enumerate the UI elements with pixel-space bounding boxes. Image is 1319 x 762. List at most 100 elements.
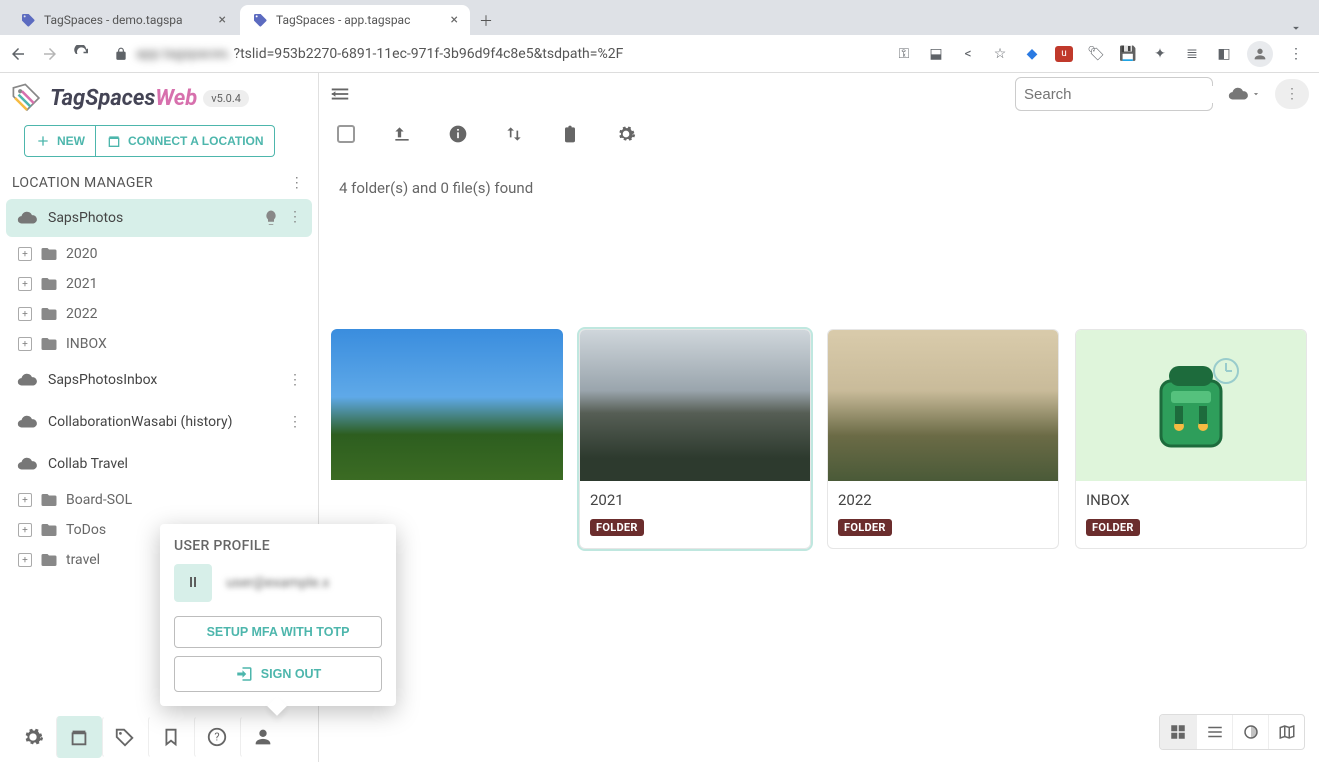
tree-item[interactable]: +Board-SOL (0, 485, 318, 515)
expand-icon[interactable]: + (18, 337, 32, 351)
share-icon[interactable]: < (959, 45, 977, 63)
install-icon[interactable]: ⬓ (927, 45, 945, 63)
sort-button[interactable] (503, 123, 525, 145)
grid-view-button[interactable] (1160, 715, 1196, 749)
search-box[interactable] (1015, 77, 1213, 111)
folder-card[interactable]: 2021FOLDER (579, 329, 811, 549)
brand: TagSpacesWeb v5.0.4 (0, 73, 318, 119)
folder-card[interactable] (331, 329, 563, 549)
expand-icon[interactable]: + (18, 277, 32, 291)
location-item[interactable]: SapsPhotosInbox ⋮ (6, 361, 312, 399)
new-button[interactable]: NEW (24, 125, 96, 157)
new-button-label: NEW (57, 134, 85, 148)
tree-label: INBOX (66, 336, 107, 352)
tree-item[interactable]: +2021 (0, 269, 318, 299)
sign-out-button[interactable]: SIGN OUT (174, 656, 382, 692)
app-root: TagSpacesWeb v5.0.4 NEW CONNECT A LOCATI… (0, 73, 1319, 762)
view-settings-button[interactable] (615, 123, 637, 145)
lock-icon (114, 47, 128, 61)
tree-item[interactable]: +2022 (0, 299, 318, 329)
setup-mfa-button[interactable]: SETUP MFA WITH TOTP (174, 616, 382, 648)
location-menu-button[interactable]: ⋮ (288, 209, 302, 227)
address-bar[interactable]: app.tagspaces. ?tslid=953b2270-6891-11ec… (104, 46, 883, 62)
select-all-checkbox[interactable] (335, 123, 357, 145)
sidebar-actions: NEW CONNECT A LOCATION (0, 119, 318, 167)
account-button[interactable] (240, 716, 286, 758)
tab-title: TagSpaces - app.tagspac (276, 13, 445, 27)
url-path: ?tslid=953b2270-6891-11ec-971f-3b96d9f4c… (233, 46, 623, 62)
location-item-active[interactable]: SapsPhotos ⋮ (6, 199, 312, 237)
location-item[interactable]: CollaborationWasabi (history) ⋮ (6, 403, 312, 441)
folder-icon (40, 305, 58, 323)
back-button[interactable] (8, 45, 28, 63)
expand-icon[interactable]: + (18, 523, 32, 537)
cloud-dropdown[interactable] (1221, 83, 1267, 105)
main-header: ⋮ (319, 73, 1319, 115)
cloud-icon (16, 369, 38, 391)
save-icon[interactable]: 💾 (1119, 45, 1137, 63)
content-toolbar (319, 115, 1319, 153)
folder-badge: FOLDER (1086, 519, 1140, 536)
tag-ext-icon[interactable]: 🏷 (1087, 45, 1105, 63)
folder-icon (40, 335, 58, 353)
folder-icon (40, 521, 58, 539)
card-title: 2022 (838, 491, 1048, 509)
search-input[interactable] (1024, 86, 1223, 103)
puzzle-icon[interactable]: ✦ (1151, 45, 1169, 63)
settings-button[interactable] (10, 716, 56, 758)
folder-card[interactable]: INBOXFOLDER (1075, 329, 1307, 549)
close-tab-icon[interactable]: × (451, 12, 458, 28)
parent-folder-button[interactable] (391, 123, 413, 145)
tab-list-button[interactable] (1281, 21, 1311, 35)
location-menu-button[interactable]: ⋮ (288, 372, 302, 388)
panel-icon[interactable]: ◧ (1215, 45, 1233, 63)
kebab-icon[interactable]: ⋮ (1287, 45, 1305, 63)
user-email: user@example.x (226, 575, 329, 591)
star-icon[interactable]: ☆ (991, 45, 1009, 63)
folder-thumbnail (331, 329, 563, 480)
help-button[interactable]: ? (194, 716, 240, 758)
expand-icon[interactable]: + (18, 307, 32, 321)
cloud-icon (16, 453, 38, 475)
key-icon[interactable]: ⚿ (895, 45, 913, 63)
bookmarks-button[interactable] (148, 716, 194, 758)
tags-button[interactable] (102, 716, 148, 758)
close-tab-icon[interactable]: × (219, 12, 226, 28)
shield-icon[interactable]: u (1055, 46, 1073, 62)
folder-card[interactable]: 2022FOLDER (827, 329, 1059, 549)
browser-tab-active[interactable]: TagSpaces - app.tagspac × (240, 5, 470, 35)
new-tab-button[interactable]: ＋ (472, 7, 500, 35)
expand-icon[interactable]: + (18, 553, 32, 567)
map-view-button[interactable] (1268, 715, 1304, 749)
sidebar: TagSpacesWeb v5.0.4 NEW CONNECT A LOCATI… (0, 73, 319, 762)
list-view-button[interactable] (1196, 715, 1232, 749)
connect-location-button[interactable]: CONNECT A LOCATION (96, 125, 275, 157)
section-menu-button[interactable]: ⋮ (290, 175, 304, 191)
reload-button[interactable] (72, 45, 92, 63)
gallery-view-button[interactable] (1232, 715, 1268, 749)
expand-icon[interactable]: + (18, 493, 32, 507)
expand-icon[interactable]: + (18, 247, 32, 261)
toggle-sidebar-button[interactable] (329, 83, 351, 105)
brand-text: TagSpacesWeb (50, 86, 197, 111)
profile-avatar[interactable] (1247, 41, 1273, 67)
highlight-icon[interactable] (262, 209, 280, 227)
location-name: Collab Travel (48, 456, 302, 472)
info-button[interactable] (447, 123, 469, 145)
tree-label: 2021 (66, 276, 97, 292)
tag-favicon-icon (20, 12, 36, 28)
pin-blue-icon[interactable]: ◆ (1023, 45, 1041, 63)
more-button[interactable]: ⋮ (1275, 79, 1309, 109)
clipboard-button[interactable] (559, 123, 581, 145)
extension-icons: ⚿ ⬓ < ☆ ◆ u 🏷 💾 ✦ ≣ ◧ ⋮ (895, 41, 1311, 67)
location-menu-button[interactable]: ⋮ (288, 414, 302, 430)
tree-item[interactable]: + INBOX (0, 329, 318, 359)
list-icon[interactable]: ≣ (1183, 45, 1201, 63)
sidebar-bottom-bar: ? (0, 710, 318, 762)
browser-tab[interactable]: TagSpaces - demo.tagspa × (8, 5, 238, 35)
locations-button[interactable] (56, 716, 102, 758)
forward-button[interactable] (40, 45, 60, 63)
folder-icon (40, 491, 58, 509)
tree-item[interactable]: +2020 (0, 239, 318, 269)
location-item[interactable]: Collab Travel (6, 445, 312, 483)
